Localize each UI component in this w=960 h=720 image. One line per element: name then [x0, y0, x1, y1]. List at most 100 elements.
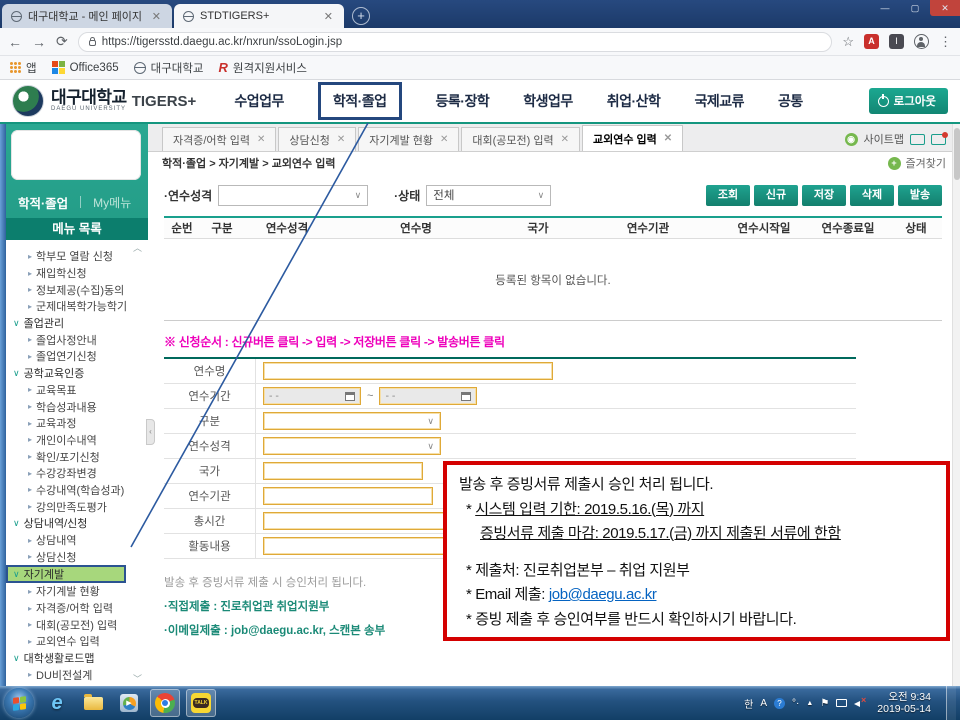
bookmark-daegu-univ[interactable]: 대구대학교 — [134, 60, 204, 76]
sidebar-item-contest-input[interactable]: ▸대회(공모전) 입력 — [6, 616, 148, 633]
sidebar-item-readmission[interactable]: ▸재입학신청 — [6, 265, 148, 282]
kakaotalk-button[interactable]: TALK — [186, 689, 216, 717]
bookmark-remote-support[interactable]: R 원격지원서비스 — [219, 60, 307, 76]
sidebar-tab-mymenu[interactable]: My메뉴 — [93, 194, 131, 211]
sitemap-link[interactable]: 사이트맵 — [864, 131, 904, 147]
tab-close-icon[interactable]: ✕ — [322, 10, 335, 23]
ime-korean-indicator[interactable]: 한 — [744, 696, 753, 711]
training-type-form-select[interactable]: ∨ — [263, 437, 441, 455]
status-select[interactable]: 전체∨ — [426, 185, 551, 206]
sidebar-item-counsel-apply[interactable]: ▸상담신청 — [6, 548, 148, 565]
network-icon[interactable] — [836, 699, 847, 707]
category-select[interactable]: ∨ — [263, 412, 441, 430]
bookmark-apps[interactable]: 앱 — [10, 60, 37, 76]
sidebar-item-edu-goal[interactable]: ▸교육목표 — [6, 382, 148, 399]
search-button[interactable]: 조회 — [706, 185, 750, 206]
logout-button[interactable]: 로그아웃 — [869, 88, 948, 114]
close-all-windows-icon[interactable] — [931, 134, 946, 145]
country-input[interactable] — [263, 462, 423, 480]
browser-tab-1[interactable]: 대구대학교 - 메인 페이지 ✕ — [2, 4, 172, 28]
ime-latin-indicator[interactable]: A — [760, 698, 767, 709]
sidebar-tab-records[interactable]: 학적·졸업 — [18, 193, 68, 212]
sidebar-item-self-dev-status[interactable]: ▸자기계발 현황 — [6, 583, 148, 600]
scrollbar-handle[interactable] — [954, 128, 960, 180]
nav-item-common[interactable]: 공통 — [778, 91, 803, 111]
sidebar-item-lecture-satisfaction[interactable]: ▸강의만족도평가 — [6, 498, 148, 515]
reload-icon[interactable]: ⟳ — [56, 33, 68, 50]
tab-close-icon[interactable]: ✕ — [337, 134, 345, 145]
file-explorer-button[interactable] — [78, 689, 108, 717]
internet-explorer-button[interactable]: e — [42, 689, 72, 717]
nav-item-registration[interactable]: 등록·장학 — [436, 91, 490, 111]
sidebar-item-info-consent[interactable]: ▸정보제공(수집)동의 — [6, 281, 148, 298]
open-window-icon[interactable] — [910, 134, 925, 145]
new-button[interactable]: 신규 — [754, 185, 798, 206]
sidebar-item-external-training[interactable]: ▸교외연수 입력 — [6, 633, 148, 650]
menu-dots-icon[interactable]: ⋮ — [939, 34, 952, 50]
sidebar-item-du-vision[interactable]: ▸DU비전설계 — [6, 667, 148, 684]
nav-item-records-graduation[interactable]: 학적·졸업 — [318, 82, 402, 120]
nav-item-employment[interactable]: 취업·산학 — [607, 91, 661, 111]
browser-tab-2[interactable]: STDTIGERS+ ✕ — [174, 4, 344, 28]
tray-dots-icon[interactable]: °· — [792, 698, 799, 709]
calendar-icon[interactable] — [345, 392, 355, 401]
favorites-utility[interactable]: + 즐겨찾기 — [888, 155, 946, 171]
sidebar-item-military-return[interactable]: ▸군제대복학가능학기 — [6, 298, 148, 315]
email-link[interactable]: job@daegu.ac.kr — [549, 586, 657, 603]
close-button[interactable]: ✕ — [930, 0, 960, 16]
work-tab-license[interactable]: 자격증/어학 입력✕ — [162, 127, 276, 151]
sidebar-item-personal-record[interactable]: ▸개인이수내역 — [6, 432, 148, 449]
tab-close-icon[interactable]: ✕ — [257, 134, 265, 145]
profile-icon[interactable] — [914, 34, 929, 49]
sidebar-group-self-development[interactable]: ∨자기계발 — [6, 565, 126, 583]
work-tab-counsel[interactable]: 상담신청✕ — [278, 127, 356, 151]
scroll-down-icon[interactable]: ﹀ — [133, 672, 142, 685]
bookmark-star-icon[interactable]: ☆ — [842, 34, 854, 50]
scroll-up-icon[interactable]: ︿ — [133, 241, 142, 254]
show-desktop-button[interactable] — [946, 686, 956, 720]
media-player-button[interactable]: ▶ — [114, 689, 144, 717]
sidebar-item-curriculum[interactable]: ▸교육과정 — [6, 415, 148, 432]
action-center-flag-icon[interactable]: ⚑ — [820, 698, 829, 709]
logo[interactable]: 대구대학교 DAEGU UNIVERSITY — [51, 90, 127, 112]
end-date-input[interactable]: - - — [379, 387, 477, 405]
page-scrollbar[interactable] — [952, 124, 960, 686]
sidebar-group-graduation[interactable]: ∨졸업관리 — [6, 315, 148, 332]
sidebar-item-graduation-review[interactable]: ▸졸업사정안내 — [6, 331, 148, 348]
help-tray-icon[interactable]: ? — [774, 698, 785, 709]
sidebar-group-roadmap[interactable]: ∨대학생활로드맵 — [6, 650, 148, 667]
maximize-button[interactable]: ▢ — [900, 0, 930, 16]
extension-icon[interactable]: I — [889, 34, 904, 49]
sidebar-item-course-change[interactable]: ▸수강강좌변경 — [6, 465, 148, 482]
tab-close-icon[interactable]: ✕ — [561, 134, 569, 145]
volume-muted-icon[interactable] — [854, 698, 866, 708]
work-tab-external-training[interactable]: 교외연수 입력✕ — [582, 125, 683, 151]
sidebar-item-confirm-waive[interactable]: ▸확인/포기신청 — [6, 448, 148, 465]
nav-item-classwork[interactable]: 수업업무 — [234, 91, 284, 111]
minimize-button[interactable]: — — [870, 0, 900, 16]
sidebar-group-engineering-cert[interactable]: ∨공학교육인증 — [6, 365, 148, 382]
taskbar-clock[interactable]: 오전 9:34 2019-05-14 — [877, 691, 931, 715]
nav-item-international[interactable]: 국제교류 — [694, 91, 744, 111]
save-button[interactable]: 저장 — [802, 185, 846, 206]
sidebar-item-graduation-delay[interactable]: ▸졸업연기신청 — [6, 348, 148, 365]
show-hidden-icons[interactable]: ▲ — [806, 700, 813, 707]
sidebar-item-learning-outcome[interactable]: ▸학습성과내용 — [6, 398, 148, 415]
delete-button[interactable]: 삭제 — [850, 185, 894, 206]
calendar-icon[interactable] — [461, 392, 471, 401]
institution-input[interactable] — [263, 487, 433, 505]
work-tab-selfdev[interactable]: 자기계발 현황✕ — [358, 127, 459, 151]
tab-close-icon[interactable]: ✕ — [664, 133, 672, 144]
chrome-button[interactable] — [150, 689, 180, 717]
sidebar-item-course-history[interactable]: ▸수강내역(학습성과) — [6, 482, 148, 499]
nav-item-student-affairs[interactable]: 학생업무 — [523, 91, 573, 111]
back-icon[interactable]: ← — [8, 34, 22, 50]
training-type-select[interactable]: ∨ — [218, 185, 368, 206]
tab-close-icon[interactable]: ✕ — [440, 134, 448, 145]
training-name-input[interactable] — [263, 362, 553, 380]
sidebar-item-counsel-history[interactable]: ▸상담내역 — [6, 532, 148, 549]
work-tab-contest[interactable]: 대회(공모전) 입력✕ — [461, 127, 580, 151]
tab-close-icon[interactable]: ✕ — [150, 10, 163, 23]
sidebar-collapse-handle[interactable]: ‹ — [146, 419, 155, 445]
bookmark-office365[interactable]: Office365 — [52, 61, 119, 74]
